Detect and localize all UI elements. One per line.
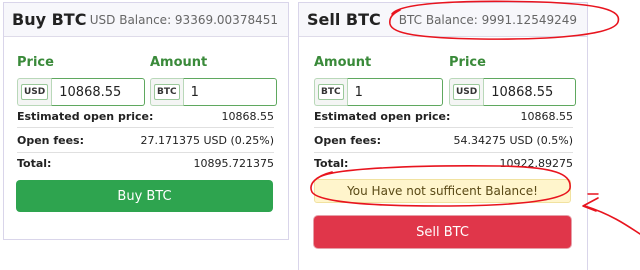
buy-title: Buy BTC [12,10,87,29]
buy-divider-1 [17,127,274,128]
sell-fees-row: Open fees: 54.34275 USD (0.5%) [314,134,573,147]
sell-estimated-value: 10868.55 [520,110,574,123]
sell-price-input[interactable] [483,78,577,106]
buy-estimated-value: 10868.55 [221,110,275,123]
buy-price-group: USD [17,78,146,106]
sell-total-label: Total: [314,157,349,170]
sell-divider-2 [314,152,573,153]
sell-amount-label: Amount [314,55,372,70]
sell-amount-input[interactable] [346,78,443,106]
sell-panel-header: Sell BTC BTC Balance: 9991.12549249 [299,3,587,37]
buy-estimated-row: Estimated open price: 10868.55 [17,110,274,123]
buy-estimated-label: Estimated open price: [17,110,154,123]
buy-fees-row: Open fees: 27.171375 USD (0.25%) [17,134,274,147]
buy-price-currency-prefix: USD [17,78,52,106]
sell-panel: Sell BTC BTC Balance: 9991.12549249 Amou… [298,2,588,270]
sell-total-value: 10922.89275 [499,157,573,170]
annotation-arrow-shaft [584,205,640,235]
sell-divider-1 [314,127,573,128]
sell-amount-currency-prefix: BTC [314,78,347,106]
buy-total-label: Total: [17,157,52,170]
btc-balance: BTC Balance: 9991.12549249 [398,12,577,27]
buy-total-row: Total: 10895.721375 [17,157,274,170]
sell-estimated-label: Estimated open price: [314,110,451,123]
sell-price-group: USD [449,78,577,106]
sell-fees-label: Open fees: [314,134,381,147]
sell-estimated-row: Estimated open price: 10868.55 [314,110,573,123]
sell-title: Sell BTC [307,10,381,29]
sell-amount-group: BTC [314,78,443,106]
sell-fees-value: 54.34275 USD (0.5%) [453,134,573,147]
buy-amount-group: BTC [150,78,277,106]
buy-price-input[interactable] [51,78,146,106]
buy-fees-value: 27.171375 USD (0.25%) [140,134,274,147]
buy-fees-label: Open fees: [17,134,84,147]
usd-balance: USD Balance: 93369.00378451 [89,12,278,27]
buy-panel: Buy BTC USD Balance: 93369.00378451 Pric… [3,2,289,240]
buy-amount-label: Amount [150,55,208,70]
buy-button[interactable]: Buy BTC [16,180,273,212]
buy-total-value: 10895.721375 [193,157,274,170]
buy-amount-input[interactable] [182,78,277,106]
buy-divider-2 [17,152,274,153]
sell-button[interactable]: Sell BTC [314,216,571,248]
sell-price-currency-prefix: USD [449,78,484,106]
insufficient-balance-alert: You Have not sufficent Balance! [314,179,571,203]
sell-total-row: Total: 10922.89275 [314,157,573,170]
buy-panel-header: Buy BTC USD Balance: 93369.00378451 [4,3,288,37]
buy-price-label: Price [17,55,54,70]
buy-amount-currency-prefix: BTC [150,78,183,106]
sell-price-label: Price [449,55,486,70]
